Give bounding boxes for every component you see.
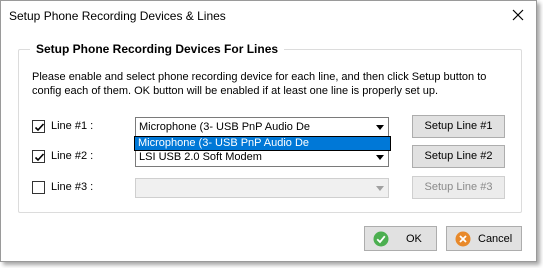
line-2-checkbox[interactable] xyxy=(32,150,45,163)
check-circle-icon xyxy=(373,231,389,247)
line-3-label: Line #3 : xyxy=(51,181,94,193)
cancel-button[interactable]: Cancel xyxy=(446,226,522,251)
line-1-device-value: Microphone (3- USB PnP Audio De xyxy=(139,121,310,133)
dialog-window: Setup Phone Recording Devices & Lines Se… xyxy=(0,0,537,262)
line-2-label: Line #2 : xyxy=(51,150,94,162)
group-description: Please enable and select phone recording… xyxy=(32,71,487,97)
line-2-device-value: LSI USB 2.0 Soft Modem xyxy=(139,151,262,163)
line-1-checkbox[interactable] xyxy=(32,120,45,133)
setup-line-3-button: Setup Line #3 xyxy=(412,176,505,199)
line-1-device-dropdown-list: Microphone (3- USB PnP Audio De xyxy=(134,136,391,151)
dropdown-option[interactable]: Microphone (3- USB PnP Audio De xyxy=(135,137,390,150)
line-3-checkbox[interactable] xyxy=(32,181,45,194)
line-3-device-select xyxy=(135,178,389,198)
group-legend: Setup Phone Recording Devices For Lines xyxy=(30,42,285,56)
cancel-label: Cancel xyxy=(478,233,513,245)
lines-group: Setup Phone Recording Devices For Lines … xyxy=(18,42,522,213)
chevron-down-icon xyxy=(376,125,384,130)
ok-label: OK xyxy=(406,233,422,245)
line-1-device-select[interactable]: Microphone (3- USB PnP Audio De xyxy=(135,117,389,137)
chevron-down-icon xyxy=(376,186,384,191)
ok-button[interactable]: OK xyxy=(364,226,437,251)
setup-line-2-button[interactable]: Setup Line #2 xyxy=(412,145,505,168)
line-1-label: Line #1 : xyxy=(51,120,94,132)
chevron-down-icon xyxy=(376,155,384,160)
close-icon[interactable] xyxy=(510,7,526,23)
window-title: Setup Phone Recording Devices & Lines xyxy=(9,9,226,23)
cancel-circle-icon xyxy=(455,231,471,247)
title-bar: Setup Phone Recording Devices & Lines xyxy=(1,1,536,31)
setup-line-1-button[interactable]: Setup Line #1 xyxy=(412,115,505,138)
line-row-3: Line #3 : Setup Line #3 xyxy=(32,176,512,200)
